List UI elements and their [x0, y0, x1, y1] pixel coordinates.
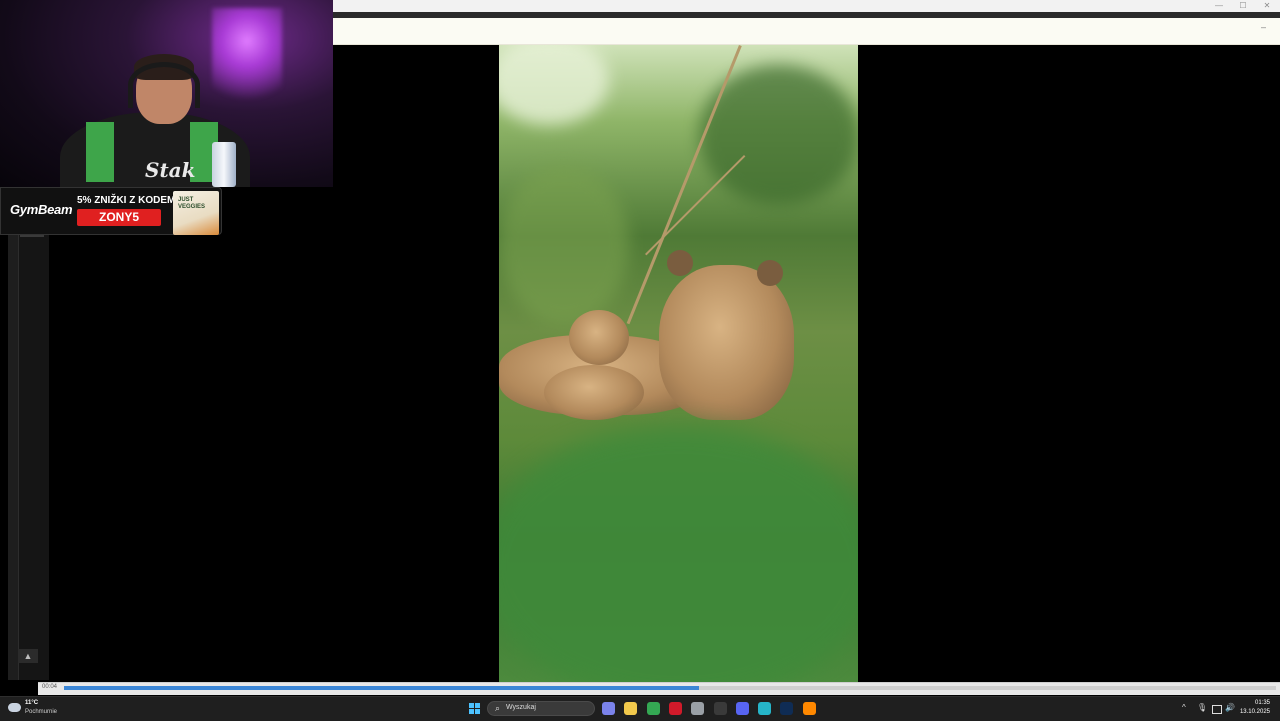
opera-icon[interactable] — [668, 702, 682, 715]
video-seek-bar[interactable]: 00:04 — [38, 682, 1280, 695]
windows-taskbar: 11°C Pochmurnie ⌕ Wyszukaj ^ 🎙 🔊 01:35 1… — [0, 696, 1280, 721]
seek-progress — [64, 686, 700, 690]
sponsor-brand: GymBeam — [10, 202, 73, 217]
tray-chevron-icon[interactable]: ^ — [1182, 703, 1186, 712]
sponsor-code: ZONY5 — [77, 209, 161, 226]
cub-ear-right — [757, 260, 783, 286]
notification-bar: – — [333, 18, 1280, 45]
lying-cub-paws — [569, 310, 629, 365]
search-placeholder: Wyszukaj — [506, 704, 536, 711]
search-icon: ⌕ — [495, 703, 501, 713]
speaker-icon[interactable]: 🔊 — [1225, 703, 1235, 712]
settings-icon[interactable] — [691, 702, 705, 715]
clock-time[interactable]: 01:35 — [1255, 700, 1270, 706]
jersey-logo: Stak — [145, 158, 196, 182]
weather-condition[interactable]: Pochmurnie — [25, 709, 57, 715]
branch-twig — [645, 155, 746, 256]
product-image: JUST VEGGIES — [173, 191, 219, 235]
christmas-tree-lights — [212, 8, 282, 118]
lightroom-icon[interactable] — [780, 702, 794, 715]
vlc-icon[interactable] — [802, 702, 816, 715]
chrome-icon[interactable] — [646, 702, 660, 715]
taskbar-search[interactable]: ⌕ Wyszukaj — [487, 701, 595, 716]
minimize-icon[interactable]: — — [1208, 0, 1230, 11]
sponsor-promo-text: 5% ZNIŽKI Z KODEM — [77, 195, 176, 206]
player-sidebar: ▲ — [8, 187, 49, 680]
cloud-icon[interactable] — [8, 703, 21, 712]
discord-icon[interactable] — [735, 702, 749, 715]
teams-icon[interactable] — [602, 702, 615, 715]
headset-icon — [128, 62, 200, 108]
bokeh-grass — [499, 165, 629, 325]
foreground-grass — [499, 425, 858, 682]
weather-temperature[interactable]: 11°C — [25, 700, 38, 706]
bokeh-highlight — [499, 45, 609, 125]
maximize-icon[interactable]: ☐ — [1232, 0, 1254, 11]
file-explorer-icon[interactable] — [624, 702, 638, 715]
clock-date[interactable]: 13.10.2025 — [1240, 709, 1270, 715]
lying-cub-head — [544, 365, 644, 420]
notes-icon[interactable] — [758, 702, 772, 715]
sitting-cub — [659, 265, 794, 420]
cub-ear-left — [667, 250, 693, 276]
product-label: JUST VEGGIES — [178, 197, 206, 210]
microphone-icon[interactable]: 🎙 — [1197, 703, 1207, 712]
scroll-up-button[interactable]: ▲ — [18, 649, 38, 663]
close-icon[interactable]: ✕ — [1256, 0, 1278, 11]
xbox-icon[interactable] — [713, 702, 727, 715]
network-icon[interactable] — [1212, 705, 1222, 714]
shirt-stripe-left — [86, 122, 114, 182]
seek-track[interactable] — [64, 686, 1276, 690]
drink-can — [212, 142, 236, 187]
sponsor-banner: GymBeam 5% ZNIŽKI Z KODEM ZONY5 JUST VEG… — [0, 187, 222, 235]
webcam-overlay: Stak — [0, 0, 333, 187]
sidebar-scroll-track[interactable] — [18, 187, 49, 680]
notification-close-icon[interactable]: – — [1261, 22, 1266, 32]
elapsed-time: 00:04 — [42, 684, 58, 690]
windows-start-icon[interactable] — [469, 703, 480, 714]
main-video-frame[interactable] — [499, 45, 858, 682]
